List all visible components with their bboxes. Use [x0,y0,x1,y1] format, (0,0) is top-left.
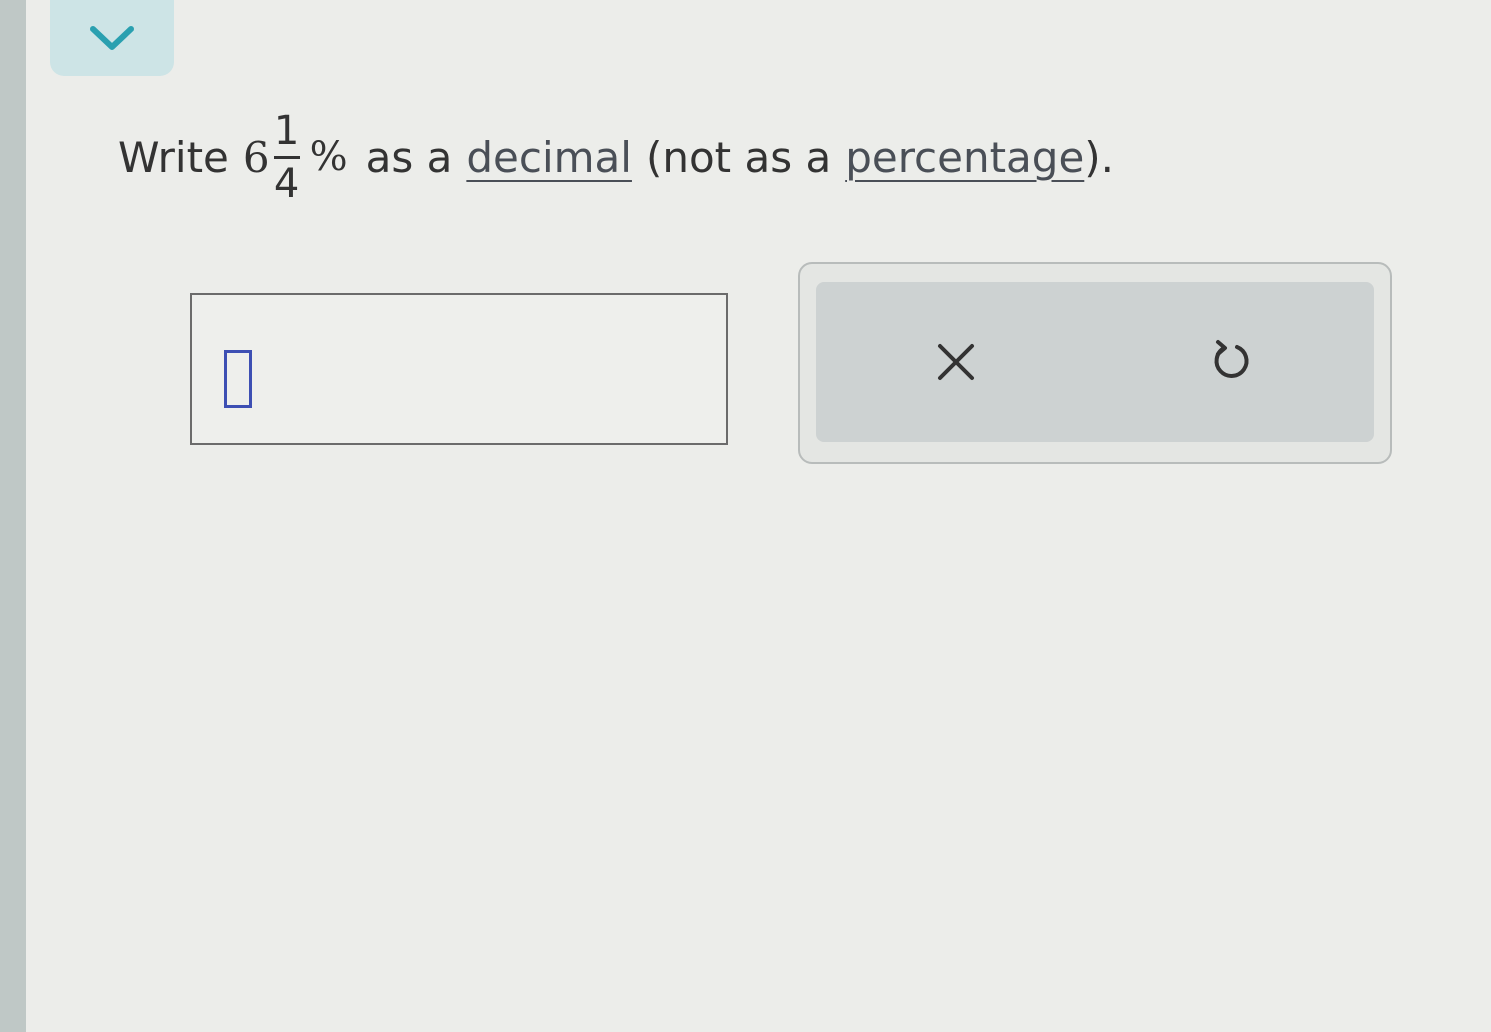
fraction-denominator: 4 [273,160,300,207]
mixed-number: 6 1 4 [243,110,300,205]
action-panel [798,262,1392,464]
answer-input[interactable] [190,293,728,445]
undo-icon [1214,340,1249,378]
percentage-link[interactable]: percentage [845,133,1084,182]
fraction-numerator: 1 [273,107,300,154]
question-text-end: ). [1084,132,1115,182]
question-text: Write 6 1 4 % as a decimal (not as a per… [118,92,1114,222]
mixed-number-whole: 6 [242,132,270,182]
action-buttons-area [816,282,1374,442]
fraction: 1 4 [273,107,300,207]
answer-cursor-box[interactable] [224,350,252,408]
chevron-down-icon [90,26,134,50]
clear-button[interactable] [926,332,986,392]
undo-button[interactable] [1201,332,1261,392]
collapse-toggle-button[interactable] [50,0,174,76]
question-text-as-a: as a [365,132,453,182]
fraction-bar [273,155,300,159]
question-text-middle: (not as a [645,132,832,182]
left-edge [0,0,26,1032]
question-prefix: Write [118,132,229,182]
decimal-link[interactable]: decimal [466,133,632,182]
close-icon [938,344,974,380]
percent-sign: % [309,134,348,180]
